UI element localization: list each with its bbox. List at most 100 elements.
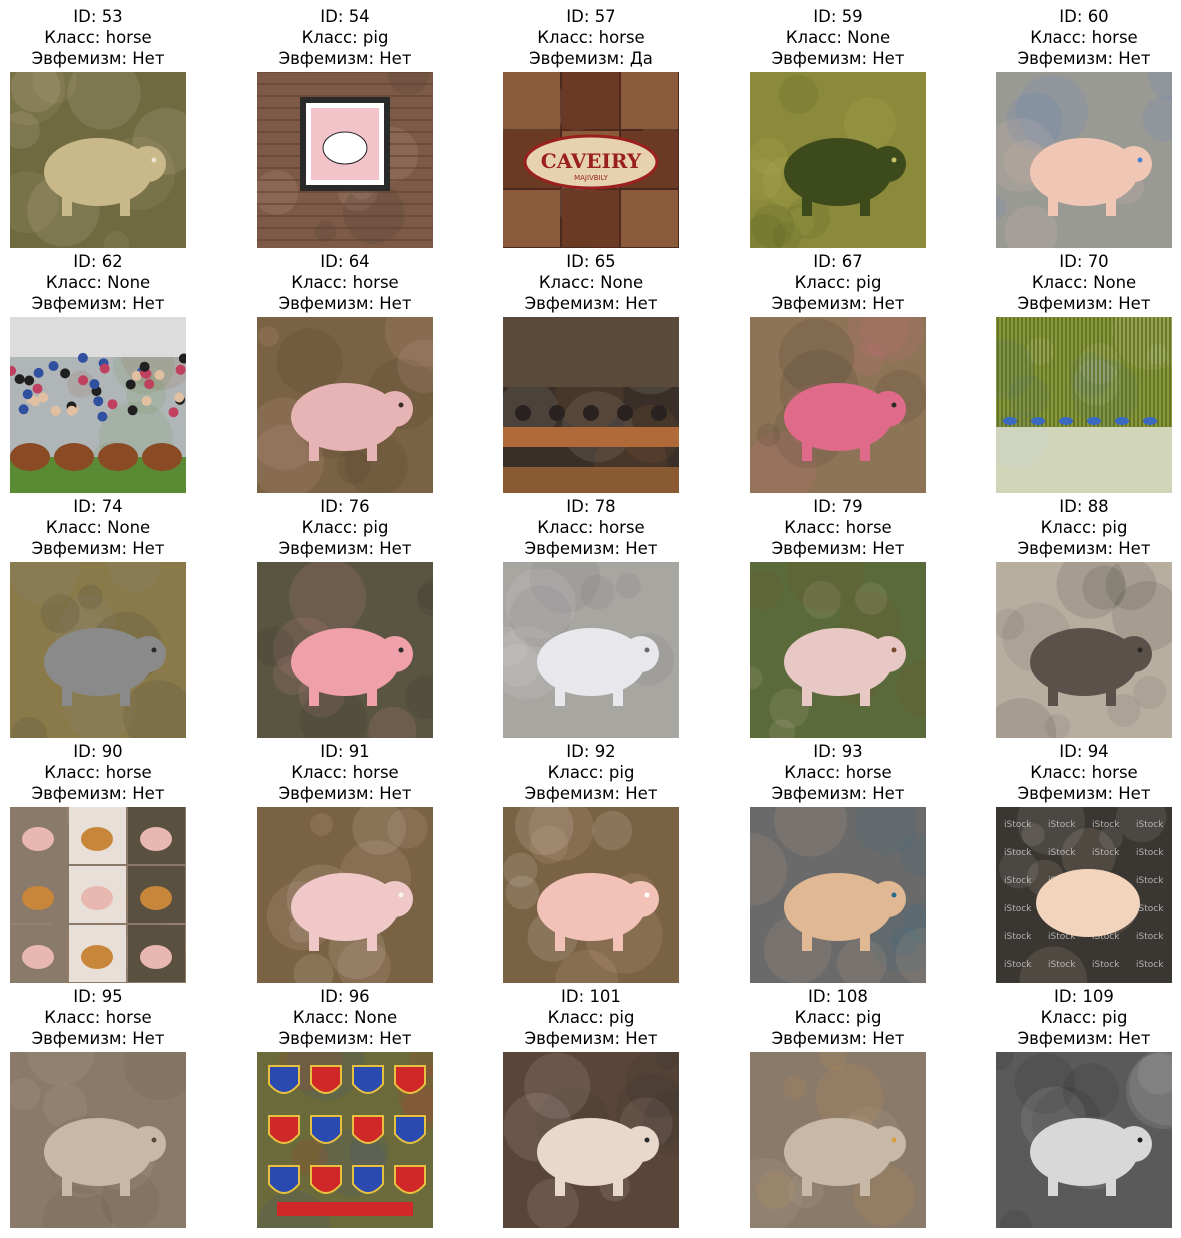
caption-id-value: 59 <box>841 7 863 26</box>
caption-id: ID: 74 <box>0 496 226 517</box>
caption-euphemism-label: Эвфемизм: <box>31 49 133 68</box>
caption-euphemism-value: Нет <box>1118 539 1151 558</box>
caption-class: Класс: pig <box>710 272 966 293</box>
caption-class: Класс: horse <box>0 762 226 783</box>
caption-id-label: ID: <box>566 252 595 271</box>
caption-euphemism: Эвфемизм: Нет <box>217 1028 473 1049</box>
caption-euphemism: Эвфемизм: Нет <box>463 293 719 314</box>
image-caption: ID: 54 Класс: pig Эвфемизм: Нет <box>217 6 473 69</box>
image-grid: ID: 53 Класс: horse Эвфемизм: Нет ID: 54 Кла… <box>0 0 1181 1238</box>
caption-id-label: ID: <box>1054 987 1083 1006</box>
thumbnail-image <box>996 562 1172 738</box>
caption-class-value: None <box>1093 273 1137 292</box>
caption-id: ID: 78 <box>463 496 719 517</box>
caption-id-value: 53 <box>101 7 123 26</box>
caption-class-value: None <box>600 273 644 292</box>
caption-class-label: Класс: <box>547 763 609 782</box>
caption-euphemism-value: Нет <box>625 784 658 803</box>
caption-euphemism-value: Нет <box>132 784 165 803</box>
caption-euphemism-value: Нет <box>1118 49 1151 68</box>
caption-euphemism: Эвфемизм: Нет <box>956 1028 1181 1049</box>
thumbnail-image <box>503 317 679 493</box>
svg-text:iStock: iStock <box>1048 960 1076 970</box>
caption-euphemism-value: Нет <box>132 49 165 68</box>
caption-class: Класс: horse <box>710 517 966 538</box>
caption-class: Класс: pig <box>217 517 473 538</box>
svg-text:iStock: iStock <box>1092 848 1120 858</box>
caption-euphemism: Эвфемизм: Нет <box>956 783 1181 804</box>
caption-id-value: 62 <box>101 252 123 271</box>
caption-id-label: ID: <box>1059 7 1088 26</box>
caption-euphemism-label: Эвфемизм: <box>31 539 133 558</box>
caption-id-value: 109 <box>1082 987 1114 1006</box>
caption-id-value: 67 <box>841 252 863 271</box>
caption-class-label: Класс: <box>1040 518 1102 537</box>
caption-euphemism-value: Нет <box>132 1029 165 1048</box>
caption-class-value: horse <box>1091 763 1138 782</box>
caption-euphemism: Эвфемизм: Нет <box>217 48 473 69</box>
svg-text:iStock: iStock <box>1136 932 1164 942</box>
caption-id-value: 65 <box>594 252 616 271</box>
caption-euphemism-label: Эвфемизм: <box>1017 784 1119 803</box>
caption-id: ID: 67 <box>710 251 966 272</box>
thumbnail-image <box>750 807 926 983</box>
thumbnail-image <box>503 1052 679 1228</box>
caption-id-value: 57 <box>594 7 616 26</box>
thumbnail-image <box>750 1052 926 1228</box>
caption-class-label: Класс: <box>537 28 599 47</box>
caption-euphemism: Эвфемизм: Нет <box>710 538 966 559</box>
svg-text:CAVEIRY: CAVEIRY <box>541 149 642 173</box>
caption-euphemism-label: Эвфемизм: <box>524 1029 626 1048</box>
caption-id: ID: 88 <box>956 496 1181 517</box>
svg-text:iStock: iStock <box>1092 960 1120 970</box>
caption-id: ID: 109 <box>956 986 1181 1007</box>
caption-id: ID: 53 <box>0 6 226 27</box>
caption-class: Класс: horse <box>217 762 473 783</box>
svg-text:iStock: iStock <box>1004 960 1032 970</box>
caption-euphemism: Эвфемизм: Нет <box>0 538 226 559</box>
caption-class-value: None <box>107 518 151 537</box>
caption-class: Класс: horse <box>463 27 719 48</box>
caption-id: ID: 79 <box>710 496 966 517</box>
caption-class: Класс: horse <box>463 517 719 538</box>
caption-id: ID: 59 <box>710 6 966 27</box>
image-caption: ID: 70 Класс: None Эвфемизм: Нет <box>956 251 1181 314</box>
thumbnail-image <box>996 1052 1172 1228</box>
caption-class-value: horse <box>845 763 892 782</box>
caption-class: Класс: pig <box>956 517 1181 538</box>
caption-id-label: ID: <box>808 987 837 1006</box>
caption-id-value: 88 <box>1087 497 1109 516</box>
caption-class-value: None <box>107 273 151 292</box>
caption-id: ID: 108 <box>710 986 966 1007</box>
thumbnail-image <box>257 562 433 738</box>
caption-id-label: ID: <box>320 7 349 26</box>
caption-class-label: Класс: <box>784 763 846 782</box>
image-caption: ID: 91 Класс: horse Эвфемизм: Нет <box>217 741 473 804</box>
caption-euphemism: Эвфемизм: Нет <box>463 538 719 559</box>
caption-class-value: None <box>354 1008 398 1027</box>
caption-class: Класс: horse <box>0 27 226 48</box>
caption-class-label: Класс: <box>1031 273 1094 292</box>
caption-id: ID: 101 <box>463 986 719 1007</box>
svg-text:iStock: iStock <box>1136 848 1164 858</box>
thumbnail-image <box>10 562 186 738</box>
caption-euphemism-value: Нет <box>872 49 905 68</box>
svg-text:iStock: iStock <box>1136 876 1164 886</box>
caption-class-label: Класс: <box>301 28 363 47</box>
caption-class: Класс: horse <box>217 272 473 293</box>
caption-id-label: ID: <box>813 252 842 271</box>
caption-euphemism: Эвфемизм: Нет <box>956 293 1181 314</box>
caption-id-label: ID: <box>561 987 590 1006</box>
caption-euphemism-value: Нет <box>1118 784 1151 803</box>
caption-class-value: pig <box>362 28 389 47</box>
caption-class-label: Класс: <box>45 518 108 537</box>
svg-text:iStock: iStock <box>1136 820 1164 830</box>
caption-euphemism: Эвфемизм: Нет <box>217 783 473 804</box>
image-caption: ID: 92 Класс: pig Эвфемизм: Нет <box>463 741 719 804</box>
caption-id: ID: 96 <box>217 986 473 1007</box>
caption-euphemism-value: Да <box>629 49 653 68</box>
caption-class-label: Класс: <box>44 1008 106 1027</box>
caption-class-value: horse <box>352 273 399 292</box>
caption-euphemism: Эвфемизм: Нет <box>0 1028 226 1049</box>
svg-text:iStock: iStock <box>1136 960 1164 970</box>
